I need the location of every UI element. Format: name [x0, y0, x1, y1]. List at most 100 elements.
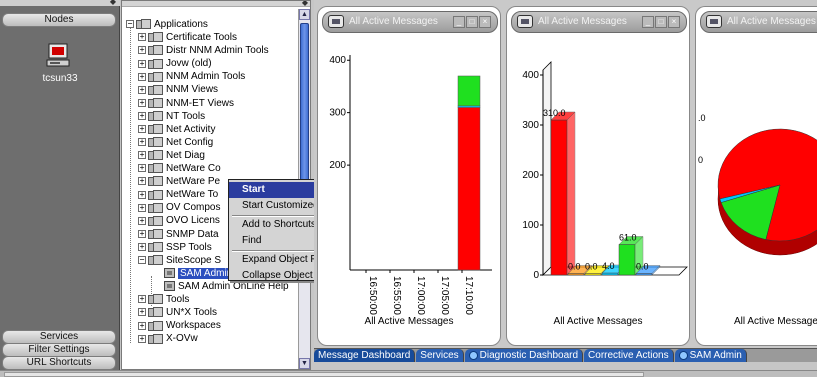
tree-node-label: NNM-ET Views — [166, 97, 234, 109]
minimize-icon[interactable]: _ — [453, 16, 465, 28]
tree-node-13[interactable]: + OV Compos — [138, 201, 220, 214]
tree-node-16[interactable]: + SSP Tools — [138, 241, 212, 254]
tree-node-1[interactable]: + Distr NNM Admin Tools — [138, 44, 269, 57]
tab-diagnostic-dashboard[interactable]: Diagnostic Dashboard — [464, 349, 584, 362]
y-tick-label: 0 — [533, 270, 539, 281]
tree-node-9[interactable]: + Net Diag — [138, 149, 205, 162]
tree-node-4[interactable]: + NNM Views — [138, 83, 218, 96]
pane-title-bar[interactable]: All Active Messages _ □ × — [511, 11, 687, 33]
expand-icon[interactable]: + — [138, 242, 146, 251]
expand-icon[interactable]: + — [138, 151, 146, 160]
tree-node-12[interactable]: + NetWare To — [138, 188, 218, 201]
host-label[interactable]: tcsun33 — [0, 73, 120, 84]
folder-icon — [148, 150, 163, 161]
folder-icon — [148, 215, 163, 226]
expand-icon[interactable]: + — [138, 85, 146, 94]
expand-icon[interactable]: + — [138, 203, 146, 212]
tree-node-after-1[interactable]: + UN*X Tools — [138, 306, 217, 319]
folder-icon — [148, 202, 163, 213]
tree-drag-handle[interactable]: ◆ — [122, 1, 310, 7]
expand-icon[interactable]: + — [138, 334, 146, 343]
chart-x-label: All Active Messages — [553, 316, 643, 327]
expand-icon[interactable]: + — [138, 59, 146, 68]
chart-x-label: All Active Messages — [734, 316, 817, 327]
collapse-icon[interactable]: − — [138, 256, 146, 265]
expand-icon[interactable]: + — [138, 295, 146, 304]
expand-icon[interactable]: + — [138, 46, 146, 55]
tree-node-after-0[interactable]: + Tools — [138, 293, 189, 306]
y-tick-label: 400 — [329, 55, 346, 66]
tree-node-2[interactable]: + Jovw (old) — [138, 57, 212, 70]
expand-icon[interactable]: + — [138, 164, 146, 173]
tree-node-label: Applications — [154, 19, 208, 30]
x-tick-label: 17:00:00 — [415, 276, 426, 315]
tree-node-label: UN*X Tools — [166, 307, 217, 319]
services-button[interactable]: Services — [2, 330, 116, 344]
collapse-icon[interactable]: − — [126, 20, 134, 29]
tree-node-6[interactable]: + NT Tools — [138, 110, 205, 123]
nodes-button[interactable]: Nodes — [2, 13, 116, 27]
expand-icon[interactable]: + — [138, 111, 146, 120]
tree-node-14[interactable]: + OVO Licens — [138, 214, 220, 227]
tree-node-0[interactable]: + Certificate Tools — [138, 31, 237, 44]
tree-node-label: Certificate Tools — [166, 32, 237, 43]
expand-icon[interactable]: + — [138, 33, 146, 42]
tree-node-5[interactable]: + NNM-ET Views — [138, 97, 234, 110]
folder-icon — [148, 124, 163, 135]
tab-services[interactable]: Services — [416, 349, 464, 362]
folder-icon — [148, 45, 163, 56]
maximize-icon[interactable]: □ — [466, 16, 478, 28]
scroll-down-arrow-icon[interactable]: ▼ — [299, 358, 310, 369]
tab-corrective-actions[interactable]: Corrective Actions — [584, 349, 674, 362]
chart-pane-severity-bars: All Active Messages _ □ × 0 100 200 300 400 310… — [506, 6, 690, 346]
tree-node-after-3[interactable]: + X-OVw — [138, 332, 198, 345]
computer-icon[interactable] — [44, 42, 72, 70]
expand-icon[interactable]: + — [138, 190, 146, 199]
expand-icon[interactable]: + — [138, 229, 146, 238]
tree-node-17[interactable]: − SiteScope S — [138, 254, 221, 267]
pane-title-bar[interactable]: All Active Messages — [700, 11, 817, 33]
data-label: .0 — [698, 113, 706, 123]
expand-icon[interactable]: + — [138, 177, 146, 186]
expand-icon[interactable]: + — [138, 216, 146, 225]
expand-icon[interactable]: + — [138, 308, 146, 317]
tree-node-label: OV Compos — [166, 202, 221, 214]
tab-sam-admin[interactable]: SAM Admin — [674, 349, 747, 362]
tree-node-after-2[interactable]: + Workspaces — [138, 319, 221, 332]
tree-node-label: OVO Licens — [166, 215, 220, 227]
tree-node-15[interactable]: + SNMP Data — [138, 228, 219, 241]
data-label: 0.0 — [568, 262, 581, 272]
expand-icon[interactable]: + — [138, 72, 146, 81]
close-icon[interactable]: × — [668, 16, 680, 28]
tree-node-8[interactable]: + Net Config — [138, 136, 213, 149]
tree-node-label: SAM Admin — [178, 267, 235, 279]
app-window: ◆ Nodes tcsun33 Services Filter Settings… — [0, 0, 817, 377]
tree-leaf-0[interactable]: SAM Admin — [164, 267, 235, 280]
folder-icon — [148, 110, 163, 121]
folder-icon — [148, 163, 163, 174]
message-icon — [328, 15, 344, 28]
url-shortcuts-button[interactable]: URL Shortcuts — [2, 356, 116, 370]
pane-title-bar[interactable]: All Active Messages _ □ × — [322, 11, 498, 33]
tree-node-7[interactable]: + Net Activity — [138, 123, 215, 136]
minimize-icon[interactable]: _ — [642, 16, 654, 28]
data-label: 310.0 — [543, 108, 566, 118]
dashboard-tabs: Message Dashboard Services Diagnostic Dash… — [314, 348, 817, 362]
close-icon[interactable]: × — [479, 16, 491, 28]
tab-message-dashboard[interactable]: Message Dashboard — [314, 349, 416, 362]
scroll-up-arrow-icon[interactable]: ▲ — [299, 9, 310, 20]
filter-settings-button[interactable]: Filter Settings — [2, 343, 116, 357]
folder-icon — [148, 84, 163, 95]
panel-drag-handle[interactable]: ◆ — [0, 0, 120, 6]
expand-icon[interactable]: + — [138, 98, 146, 107]
expand-icon[interactable]: + — [138, 321, 146, 330]
expand-icon[interactable]: + — [138, 138, 146, 147]
tree-node-applications[interactable]: − Applications — [126, 18, 208, 31]
folder-icon — [148, 307, 163, 318]
maximize-icon[interactable]: □ — [655, 16, 667, 28]
expand-icon[interactable]: + — [138, 125, 146, 134]
folder-icon — [148, 137, 163, 148]
tree-node-3[interactable]: + NNM Admin Tools — [138, 70, 245, 83]
tree-node-10[interactable]: + NetWare Co — [138, 162, 221, 175]
tree-node-11[interactable]: + NetWare Pe — [138, 175, 220, 188]
